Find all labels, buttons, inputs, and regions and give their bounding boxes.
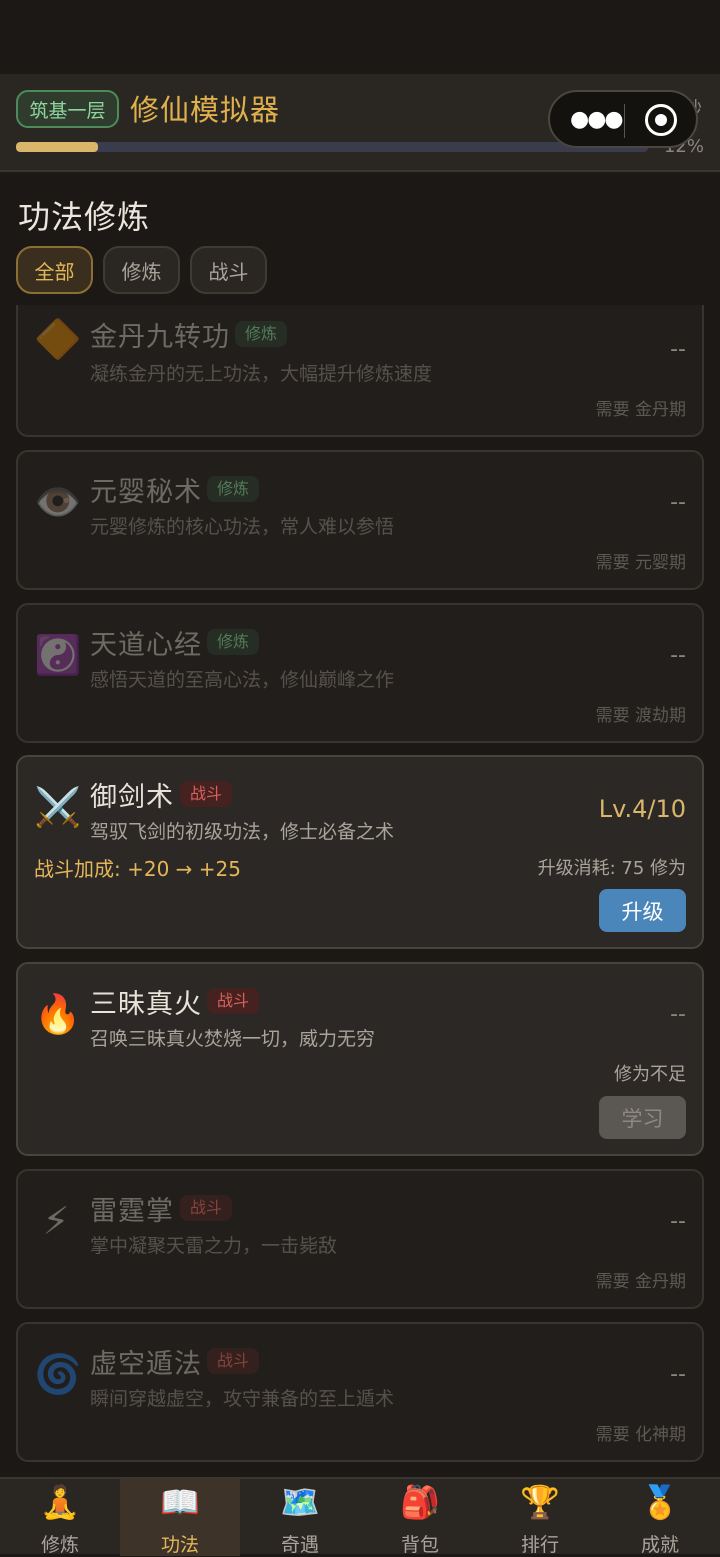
skill-tag: 修炼 [235,321,288,347]
combat-bonus: 战斗加成: +20 → +25 [34,857,241,881]
skill-name: 三昧真火 [90,989,202,1020]
filter-tab-combat[interactable]: 战斗 [190,246,267,294]
nav-label: 背包 [400,1534,439,1556]
skill-requirement: 需要 化神期 [595,1425,686,1445]
nav-item-cultivate[interactable]: 🧘 修炼 [0,1479,120,1556]
skill-card-jindan[interactable]: 🔶 金丹九转功 修炼 凝练金丹的无上功法，大幅提升修炼速度 -- 需要 金丹期 [16,305,704,437]
skill-requirement: 需要 元婴期 [595,553,686,573]
progress-fill [16,142,99,152]
eye-icon: 👁️ [34,480,82,524]
skill-tag: 战斗 [207,1348,260,1374]
nav-label: 功法 [160,1534,199,1556]
miniprogram-capsule[interactable]: ●●● [548,90,698,148]
skill-desc: 驾驭飞剑的初级功法，修士必备之术 [90,821,395,843]
skill-level: -- [670,1002,686,1027]
more-icon[interactable]: ●●● [570,107,624,132]
backpack-icon: 🎒 [400,1483,440,1521]
yin-yang-icon: ☯️ [34,633,82,677]
skill-level: -- [670,1362,686,1387]
skill-desc: 瞬间穿越虚空，攻守兼备的至上遁术 [90,1388,395,1410]
progress-bar [16,142,648,152]
nav-item-backpack[interactable]: 🎒 背包 [360,1479,480,1556]
medal-icon: 🏅 [640,1483,680,1521]
skill-requirement: 需要 金丹期 [595,400,686,420]
open-book-icon: 📖 [160,1483,200,1521]
skill-tag: 修炼 [207,476,260,502]
skill-name: 御剑术 [90,782,174,813]
skill-desc: 掌中凝聚天雷之力，一击毙敌 [90,1235,338,1257]
trophy-icon: 🏆 [520,1483,560,1521]
upgrade-cost: 升级消耗: 75 修为 [537,858,686,879]
skill-card-xukong[interactable]: 🌀 虚空遁法 战斗 瞬间穿越虚空，攻守兼备的至上遁术 -- 需要 化神期 [16,1322,704,1462]
skill-name: 金丹九转功 [90,322,230,353]
filter-tab-cultivation[interactable]: 修炼 [103,246,180,294]
skill-tag: 战斗 [207,988,260,1014]
world-map-icon: 🗺️ [280,1483,320,1521]
insufficient-notice: 修为不足 [614,1064,686,1085]
bottom-nav: 🧘 修炼 📖 功法 🗺️ 奇遇 🎒 背包 🏆 排行 🏅 成就 [0,1477,720,1556]
nav-label: 排行 [520,1534,559,1556]
upgrade-button[interactable]: 升级 [599,889,686,932]
nav-label: 成就 [640,1534,679,1556]
skill-card-leiting[interactable]: ⚡ 雷霆掌 战斗 掌中凝聚天雷之力，一击毙敌 -- 需要 金丹期 [16,1169,704,1309]
nav-label: 修炼 [40,1534,79,1556]
skill-level: -- [670,1209,686,1234]
nav-item-ranking[interactable]: 🏆 排行 [480,1479,600,1556]
section-title: 功法修炼 [18,198,151,236]
skill-card-tiandao[interactable]: ☯️ 天道心经 修炼 感悟天道的至高心法，修仙巅峰之作 -- 需要 渡劫期 [16,603,704,743]
skill-card-yuanying[interactable]: 👁️ 元婴秘术 修炼 元婴修炼的核心功法，常人难以参悟 -- 需要 元婴期 [16,450,704,590]
skill-tag: 修炼 [207,629,260,655]
skill-card-yujian[interactable]: ⚔️ 御剑术 战斗 驾驭飞剑的初级功法，修士必备之术 Lv.4/10 战斗加成:… [16,755,704,949]
skill-card-sanmei[interactable]: 🔥 三昧真火 战斗 召唤三昧真火焚烧一切，威力无穷 -- 修为不足 学习 [16,962,704,1156]
cyclone-icon: 🌀 [34,1352,82,1396]
filter-tab-all[interactable]: 全部 [16,246,93,294]
realm-badge: 筑基一层 [16,90,119,128]
skill-requirement: 需要 渡劫期 [595,706,686,726]
skill-level: -- [670,490,686,515]
skill-level: -- [670,643,686,668]
nav-item-adventure[interactable]: 🗺️ 奇遇 [240,1479,360,1556]
skill-desc: 感悟天道的至高心法，修仙巅峰之作 [90,669,395,691]
skill-name: 天道心经 [90,630,202,661]
status-bar [0,0,720,74]
skill-desc: 凝练金丹的无上功法，大幅提升修炼速度 [90,363,433,385]
fire-icon: 🔥 [34,992,82,1036]
lightning-icon: ⚡ [42,1199,70,1243]
skill-name: 虚空遁法 [90,1349,202,1380]
skill-tag: 战斗 [180,1195,233,1221]
skill-tag: 战斗 [180,781,233,807]
skill-desc: 召唤三昧真火焚烧一切，威力无穷 [90,1028,376,1050]
skill-list[interactable]: 🔶 金丹九转功 修炼 凝练金丹的无上功法，大幅提升修炼速度 -- 需要 金丹期 … [0,305,720,1477]
nav-label: 奇遇 [280,1534,319,1556]
app-title: 修仙模拟器 [130,93,281,127]
skill-level: Lv.4/10 [598,795,686,823]
close-target-icon[interactable] [645,104,677,136]
skill-level: -- [670,337,686,362]
orange-diamond-icon: 🔶 [34,317,82,361]
skill-desc: 元婴修炼的核心功法，常人难以参悟 [90,516,395,538]
meditation-icon: 🧘 [40,1483,80,1521]
crossed-swords-icon: ⚔️ [34,785,82,829]
capsule-divider [624,104,625,138]
learn-button[interactable]: 学习 [599,1096,686,1139]
nav-item-achievement[interactable]: 🏅 成就 [600,1479,720,1556]
skill-name: 元婴秘术 [90,477,202,508]
nav-item-skills[interactable]: 📖 功法 [120,1479,240,1556]
skill-name: 雷霆掌 [90,1196,174,1227]
skill-requirement: 需要 金丹期 [595,1272,686,1292]
